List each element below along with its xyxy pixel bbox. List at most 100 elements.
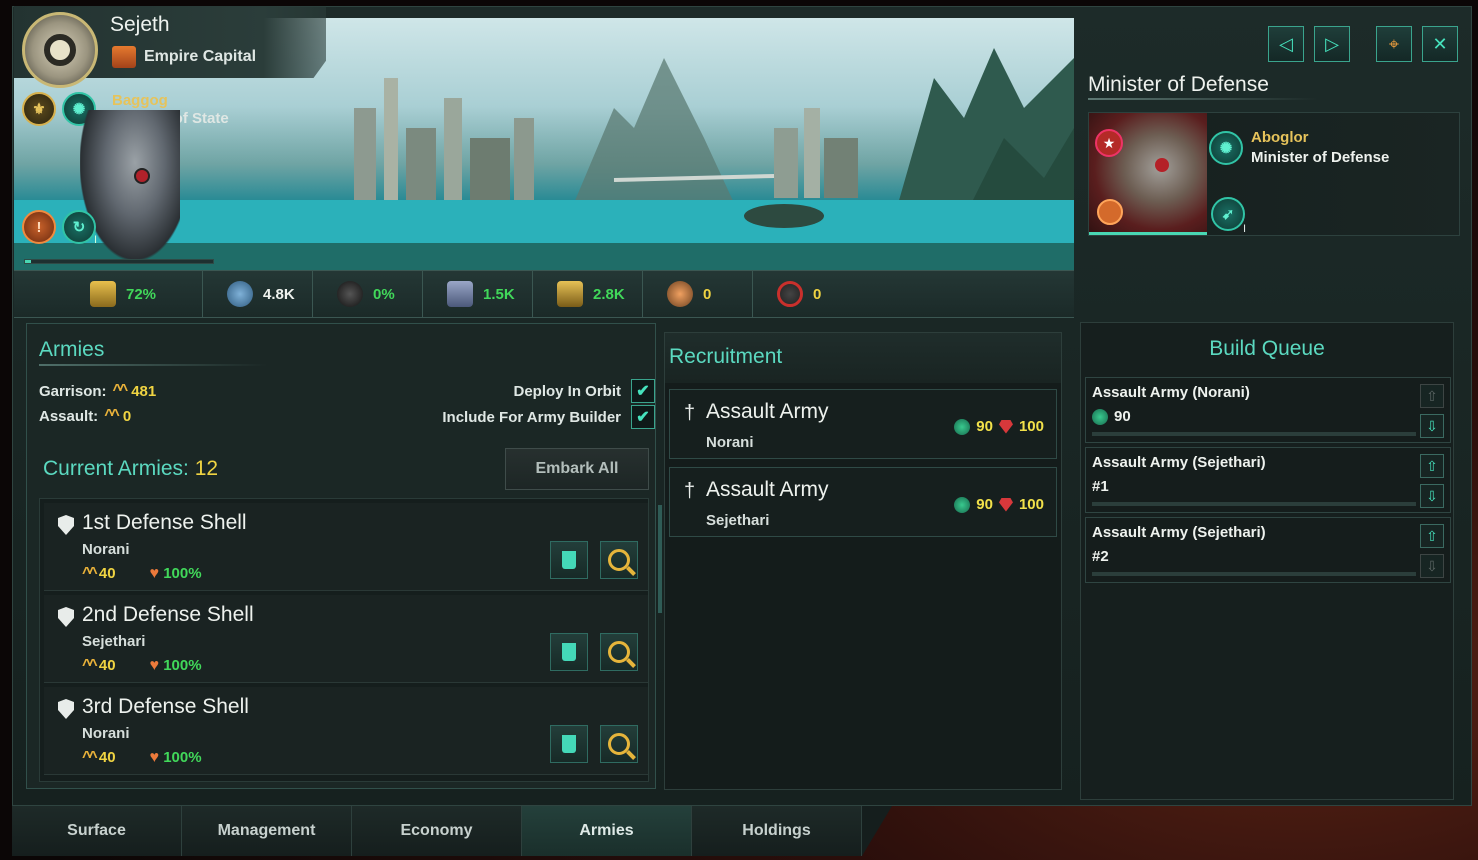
queue-progress-bar [1092, 572, 1416, 576]
stat-value: 1.5K [483, 285, 515, 303]
stat-population[interactable]: 4.8K [202, 271, 312, 317]
garrison-stat: Garrison: ^^ 481 [39, 382, 156, 400]
close-button[interactable]: ✕ [1422, 26, 1458, 62]
embark-all-button[interactable]: Embark All [505, 448, 649, 490]
governor-level: I [94, 234, 98, 246]
move-down-button[interactable]: ⇩ [1420, 484, 1444, 508]
stat-housing[interactable]: 2.8K [532, 271, 642, 317]
deploy-in-orbit-checkbox[interactable]: ✔ [631, 379, 655, 403]
recruit-name: Assault Army [706, 400, 829, 423]
assault-label: Assault: [39, 407, 99, 425]
recruit-option[interactable]: † Assault Army Sejethari 90 100 [669, 467, 1057, 537]
queue-item[interactable]: Assault Army (Norani) 90 ⇧ ⇩ [1085, 377, 1451, 443]
camera-focus-icon: ⌖ [1388, 33, 1400, 54]
arrow-up-icon: ⇧ [1426, 527, 1438, 544]
build-queue-panel: Build Queue Assault Army (Norani) 90 ⇧ ⇩… [1080, 322, 1454, 800]
army-list[interactable]: 1st Defense Shell Norani ^^ 40 ♥ 100% 2n… [39, 498, 649, 782]
shield-icon [58, 515, 74, 535]
army-health: 100% [163, 749, 202, 766]
governor-name[interactable]: Baggog [112, 92, 168, 109]
stat-stability[interactable]: 72% [14, 271, 202, 317]
queue-item-name: Assault Army (Norani) [1092, 384, 1250, 401]
queue-item-sub: 90 [1092, 408, 1131, 425]
focus-camera-button[interactable]: ⌖ [1376, 26, 1412, 62]
influence-icon [954, 496, 971, 513]
view-army-button[interactable] [600, 541, 638, 579]
queue-item[interactable]: Assault Army (Sejethari) #1 ⇧ ⇩ [1085, 447, 1451, 513]
shield-trait-icon[interactable]: ! [22, 210, 56, 244]
army-health: 100% [163, 657, 202, 674]
stat-value: 0% [373, 285, 395, 303]
capital-icon [112, 46, 136, 68]
stat-free-jobs[interactable]: 0 [642, 271, 752, 317]
planet-emblem-icon[interactable] [22, 12, 98, 88]
eye-emblem-icon [44, 34, 76, 66]
deploy-label: Deploy In Orbit [513, 382, 621, 400]
housing-icon [557, 281, 583, 307]
arrow-down-icon: ⇩ [1426, 417, 1438, 434]
queue-item[interactable]: Assault Army (Sejethari) #2 ⇧ ⇩ [1085, 517, 1451, 583]
cost-b: 100 [1018, 496, 1044, 513]
previous-planet-button[interactable]: ◁ [1268, 26, 1304, 62]
gem-icon [998, 419, 1013, 434]
governor-xp-bar [24, 259, 214, 264]
trait-icon[interactable]: ➹ [1211, 197, 1245, 231]
close-icon: ✕ [1432, 33, 1448, 54]
include-army-builder-checkbox[interactable]: ✔ [631, 405, 655, 429]
recruit-option[interactable]: † Assault Army Norani 90 100 [669, 389, 1057, 459]
army-row[interactable]: 3rd Defense Shell Norani ^^ 40 ♥ 100% [44, 687, 648, 775]
tab-management[interactable]: Management [182, 806, 352, 856]
tab-economy[interactable]: Economy [352, 806, 522, 856]
army-row[interactable]: 1st Defense Shell Norani ^^ 40 ♥ 100% [44, 503, 648, 591]
move-up-button[interactable]: ⇧ [1420, 384, 1444, 408]
army-row[interactable]: 2nd Defense Shell Sejethari ^^ 40 ♥ 100% [44, 595, 648, 683]
ethic-icon[interactable]: ✺ [1209, 131, 1243, 165]
cost-a: 90 [976, 418, 993, 435]
armies-heading: Armies [39, 338, 105, 361]
gem-icon [998, 497, 1013, 512]
army-strength-icon: ^^ [82, 657, 98, 674]
queue-item-name: Assault Army (Sejethari) [1092, 524, 1266, 541]
stat-blocked[interactable]: 0 [752, 271, 862, 317]
queue-progress-bar [1092, 432, 1416, 436]
army-species: Norani [82, 541, 130, 558]
army-list-scrollbar[interactable] [658, 505, 662, 613]
heart-icon: ♥ [149, 749, 160, 766]
disband-army-button[interactable] [550, 541, 588, 579]
stat-amenities[interactable]: 1.5K [422, 271, 532, 317]
view-army-button[interactable] [600, 725, 638, 763]
army-strength-icon: ^^ [82, 749, 98, 766]
minister-section-label: Minister of Defense [1088, 73, 1269, 96]
army-strength: 40 [98, 657, 116, 674]
checkmark-icon: ✔ [636, 383, 650, 400]
crime-icon [337, 281, 363, 307]
minister-card[interactable]: ★ ✺ Aboglor Minister of Defense ➹ I [1088, 112, 1460, 236]
tab-armies[interactable]: Armies [522, 806, 692, 856]
chevron-right-icon: ▷ [1325, 33, 1339, 54]
next-planet-button[interactable]: ▷ [1314, 26, 1350, 62]
planet-designation: Empire Capital [112, 46, 256, 68]
minister-name[interactable]: Aboglor [1251, 129, 1309, 146]
trait-icon[interactable]: ↻ [62, 210, 96, 244]
influence-icon [954, 418, 971, 435]
view-army-button[interactable] [600, 633, 638, 671]
recruit-species: Norani [706, 434, 754, 451]
stat-value: 0 [703, 285, 712, 303]
tab-holdings[interactable]: Holdings [692, 806, 862, 856]
army-name: 1st Defense Shell [82, 511, 247, 534]
move-up-button[interactable]: ⇧ [1420, 454, 1444, 478]
authority-icon[interactable]: ⚜ [22, 92, 56, 126]
disband-army-button[interactable] [550, 633, 588, 671]
arrow-down-icon: ⇩ [1426, 557, 1438, 574]
planet-name[interactable]: Sejeth [110, 13, 170, 37]
disband-army-button[interactable] [550, 725, 588, 763]
stat-crime[interactable]: 0% [312, 271, 422, 317]
arrow-up-icon: ⇧ [1426, 387, 1438, 404]
designation-label: Empire Capital [144, 48, 257, 65]
move-down-button[interactable]: ⇩ [1420, 554, 1444, 578]
tab-surface[interactable]: Surface [12, 806, 182, 856]
move-up-button[interactable]: ⇧ [1420, 524, 1444, 548]
minister-portrait[interactable]: ★ [1089, 113, 1207, 235]
cost-a: 90 [976, 496, 993, 513]
move-down-button[interactable]: ⇩ [1420, 414, 1444, 438]
